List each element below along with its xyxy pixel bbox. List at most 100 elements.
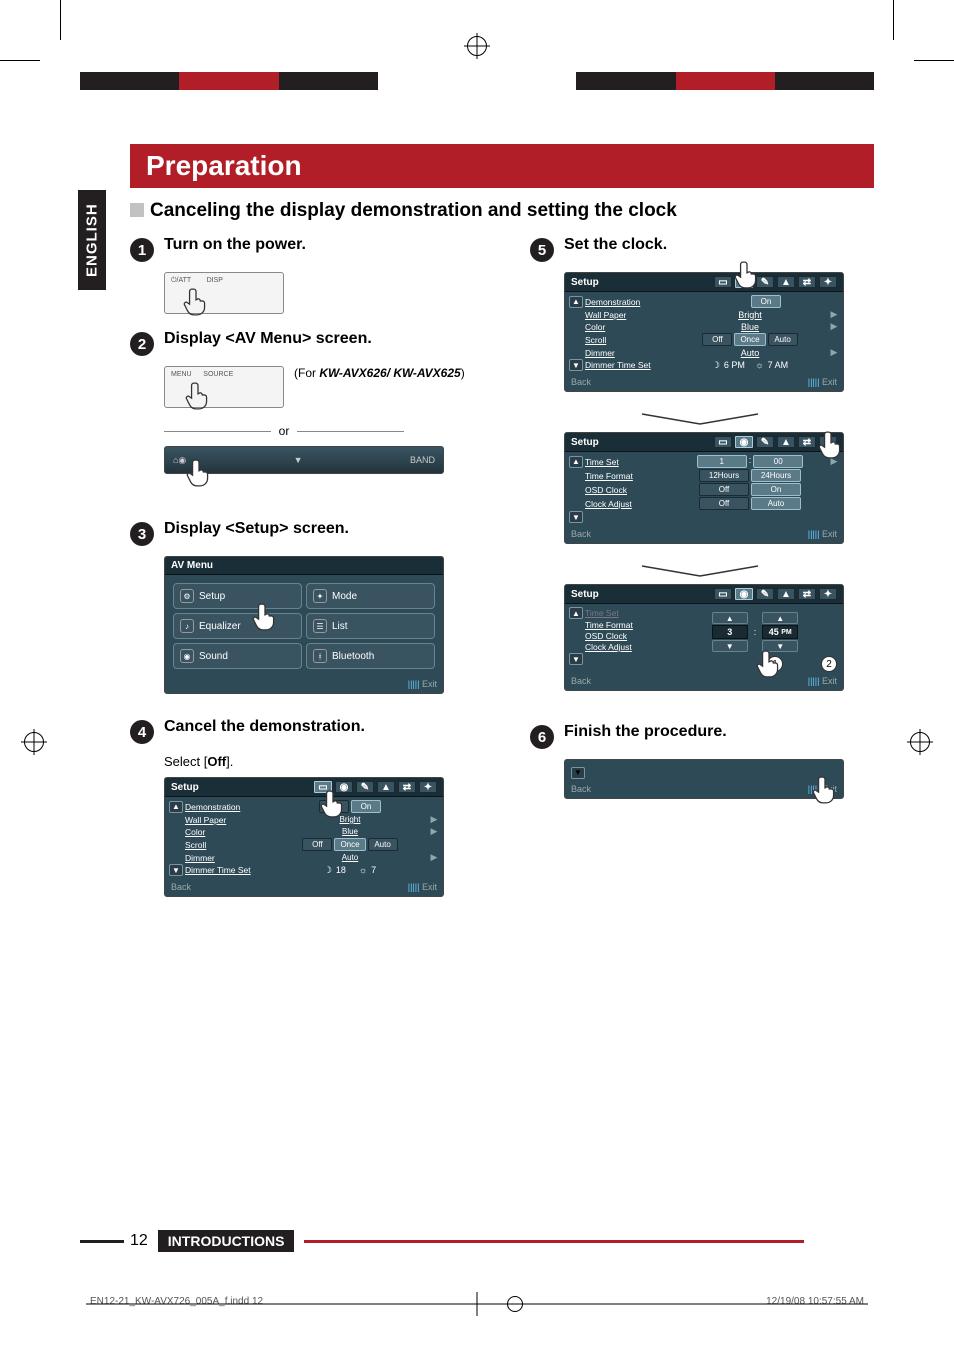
chevron-right-icon[interactable]: ▶ xyxy=(429,852,439,863)
crop-mark xyxy=(893,0,894,40)
tab-icon[interactable]: ✦ xyxy=(819,276,837,288)
equalizer-icon: ♪ xyxy=(180,619,194,633)
scroll-down-icon[interactable]: ▼ xyxy=(569,653,583,665)
tab-icon[interactable]: ◉ xyxy=(735,588,753,600)
back-button[interactable]: Back xyxy=(571,377,591,387)
opt[interactable]: Off xyxy=(302,838,332,851)
av-bluetooth-button[interactable]: ᚼBluetooth xyxy=(306,643,435,669)
exit-button[interactable]: ||||| Exit xyxy=(808,377,837,387)
exit-button[interactable]: ||||| Exit xyxy=(408,679,437,689)
subtitle-text: Canceling the display demonstration and … xyxy=(150,200,677,221)
opt[interactable]: Once xyxy=(334,838,365,851)
opt[interactable]: 12Hours xyxy=(699,469,749,482)
scroll-down-icon[interactable]: ▼ xyxy=(569,359,583,371)
opt-on[interactable]: On xyxy=(351,800,381,813)
min-val[interactable]: 00 xyxy=(753,455,803,468)
crop-mark xyxy=(60,0,61,40)
row-label: Dimmer Time Set xyxy=(583,360,671,370)
tab-icon[interactable]: ⇄ xyxy=(798,436,816,448)
opt[interactable]: Once xyxy=(734,333,765,346)
row-label: Clock Adjust xyxy=(583,642,671,652)
tab-icon[interactable]: ▭ xyxy=(714,436,732,448)
exit-button[interactable]: ||||| Exit xyxy=(808,676,837,686)
av-sound-button[interactable]: ◉Sound xyxy=(173,643,302,669)
min-display: 45 xyxy=(769,627,779,637)
chevron-right-icon[interactable]: ▶ xyxy=(829,347,839,358)
opt[interactable]: Auto xyxy=(768,333,798,346)
scroll-down-icon[interactable]: ▼ xyxy=(169,864,183,876)
sun-icon: ☼ xyxy=(755,360,763,371)
screen-title: Setup xyxy=(571,589,599,600)
crop-mark xyxy=(0,60,40,61)
opt[interactable]: Auto xyxy=(368,838,398,851)
setup-screen-adjust: Setup ▭ ◉ ✎ ▲ ⇄ ✦ ▲Time Set Time Format … xyxy=(564,584,910,721)
tab-icon[interactable]: ▲ xyxy=(777,588,795,600)
tab-icon[interactable]: ⇄ xyxy=(798,276,816,288)
row-label: Time Set xyxy=(583,608,671,618)
scroll-up-icon[interactable]: ▲ xyxy=(569,607,583,619)
page-title: Preparation xyxy=(130,144,874,188)
back-button[interactable]: Back xyxy=(571,784,591,794)
chevron-right-icon[interactable]: ▶ xyxy=(829,309,839,320)
step-number: 1 xyxy=(130,238,154,262)
opt[interactable]: Off xyxy=(699,497,749,510)
val[interactable]: Blue xyxy=(741,322,759,332)
tab-icon[interactable]: ◉ xyxy=(735,436,753,448)
chevron-right-icon[interactable]: ▶ xyxy=(429,826,439,837)
back-button[interactable]: Back xyxy=(571,676,591,686)
opt[interactable]: Off xyxy=(699,483,749,496)
val[interactable]: Auto xyxy=(310,852,390,863)
panel-diagram-power: ⏻/ATT DISP xyxy=(164,272,510,314)
av-list-button[interactable]: ☰List xyxy=(306,613,435,639)
opt-on[interactable]: On xyxy=(751,295,781,308)
tab-icon[interactable]: ✦ xyxy=(419,781,437,793)
av-btn-label: Bluetooth xyxy=(332,651,374,662)
hour-val[interactable]: 1 xyxy=(697,455,747,468)
opt[interactable]: On xyxy=(751,483,801,496)
ampm-display: PM xyxy=(781,629,792,636)
opt[interactable]: Off xyxy=(702,333,732,346)
hour-up-button[interactable]: ▲ xyxy=(712,612,748,624)
panel-label-disp: DISP xyxy=(207,277,223,284)
panel-label-menu: MENU xyxy=(171,371,192,378)
tab-icon[interactable]: ▭ xyxy=(714,588,732,600)
tab-icon[interactable]: ▲ xyxy=(777,276,795,288)
av-equalizer-button[interactable]: ♪Equalizer xyxy=(173,613,302,639)
callout-2: 2 xyxy=(821,656,837,672)
tab-icon[interactable]: ✎ xyxy=(756,588,774,600)
tab-icon[interactable]: ▲ xyxy=(777,436,795,448)
val[interactable]: Blue xyxy=(310,826,390,837)
scroll-up-icon[interactable]: ▲ xyxy=(569,456,583,468)
val[interactable]: Bright xyxy=(738,310,762,320)
scroll-down-icon[interactable]: ▼ xyxy=(571,767,585,779)
chevron-right-icon[interactable]: ▶ xyxy=(829,321,839,332)
step-6: 6 Finish the procedure. xyxy=(530,723,910,749)
chevron-right-icon[interactable]: ▶ xyxy=(429,814,439,825)
val[interactable]: Auto xyxy=(741,348,760,358)
back-button[interactable]: Back xyxy=(571,529,591,539)
exit-button[interactable]: ||||| Exit xyxy=(808,529,837,539)
tab-icon[interactable]: ✎ xyxy=(356,781,374,793)
opt[interactable]: Auto xyxy=(751,497,801,510)
row-label: Time Set xyxy=(583,457,671,467)
tab-icon[interactable]: ⇄ xyxy=(398,781,416,793)
av-mode-button[interactable]: ✦Mode xyxy=(306,583,435,609)
section-chip: INTRODUCTIONS xyxy=(158,1230,295,1252)
tab-icon[interactable]: ⇄ xyxy=(798,588,816,600)
scroll-up-icon[interactable]: ▲ xyxy=(569,296,583,308)
scroll-up-icon[interactable]: ▲ xyxy=(169,801,183,813)
opt[interactable]: 24Hours xyxy=(751,469,801,482)
exit-button[interactable]: ||||| Exit xyxy=(408,882,437,892)
hour-down-button[interactable]: ▼ xyxy=(712,640,748,652)
row-label: Dimmer xyxy=(183,853,271,863)
scroll-down-icon[interactable]: ▼ xyxy=(569,511,583,523)
registration-mark xyxy=(24,732,44,752)
min-up-button[interactable]: ▲ xyxy=(762,612,798,624)
back-button[interactable]: Back xyxy=(171,882,191,892)
av-setup-button[interactable]: ⚙Setup xyxy=(173,583,302,609)
setup-screen-time: Setup ▭ ◉ ✎ ▲ ⇄ ✦ ▲ Time Set 1:00▶ Time … xyxy=(564,432,910,574)
tab-icon[interactable]: ▭ xyxy=(714,276,732,288)
tab-icon[interactable]: ▲ xyxy=(377,781,395,793)
tab-icon[interactable]: ✦ xyxy=(819,588,837,600)
tab-icon[interactable]: ✎ xyxy=(756,436,774,448)
